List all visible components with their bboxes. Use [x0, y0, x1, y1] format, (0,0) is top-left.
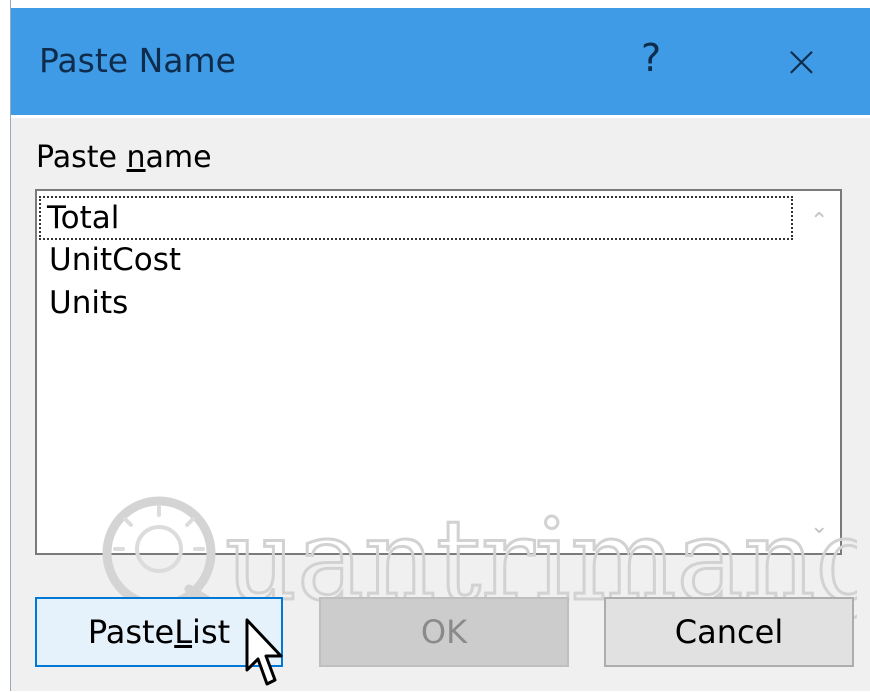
- paste-name-dialog: Paste Name ? × Paste name Total UnitCost…: [10, 0, 870, 691]
- vertical-scrollbar[interactable]: ⌃ ⌄: [802, 195, 836, 549]
- ok-button[interactable]: OK: [319, 597, 569, 667]
- list-item-unitcost[interactable]: UnitCost: [49, 240, 181, 280]
- scroll-up-arrow-icon[interactable]: ⌃: [810, 209, 828, 234]
- mouse-pointer-icon: [245, 618, 283, 686]
- list-item-total[interactable]: Total: [39, 196, 793, 240]
- paste-name-label: Paste name: [36, 140, 212, 175]
- title-bar: Paste Name ? ×: [11, 0, 870, 118]
- help-button[interactable]: ?: [641, 36, 661, 80]
- cancel-button[interactable]: Cancel: [604, 597, 854, 667]
- dialog-title: Paste Name: [39, 41, 236, 80]
- names-listbox[interactable]: Total UnitCost Units uantrimang ⌃ ⌄: [35, 189, 857, 621]
- close-button[interactable]: ×: [783, 36, 820, 87]
- scroll-down-arrow-icon[interactable]: ⌄: [810, 514, 828, 539]
- list-item-units[interactable]: Units: [49, 283, 128, 323]
- title-bar-fill: Paste Name ? ×: [11, 8, 870, 115]
